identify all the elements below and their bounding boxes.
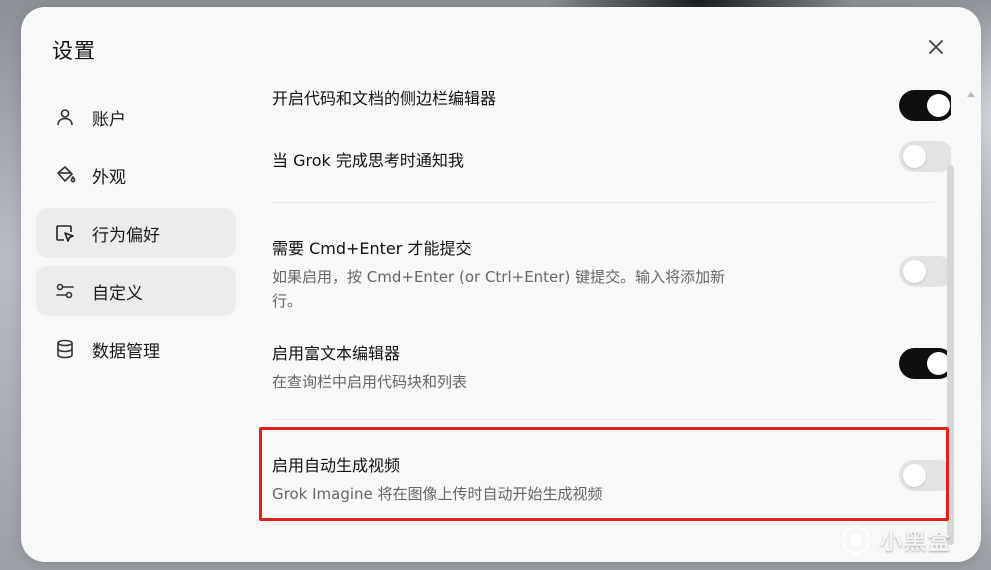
toggle-knob	[903, 260, 926, 283]
close-icon	[929, 40, 943, 54]
user-icon	[54, 106, 76, 128]
sidebar-item-label: 自定义	[92, 283, 143, 304]
setting-row-rich-text: 启用富文本编辑器 在查询栏中启用代码块和列表	[272, 340, 934, 394]
toggle-rich-text[interactable]	[899, 348, 951, 379]
sidebar-item-account[interactable]: 账户	[36, 92, 236, 142]
setting-title: 启用富文本编辑器	[272, 344, 401, 363]
setting-row-notify-thinking: 当 Grok 完成思考时通知我	[272, 147, 934, 171]
cursor-square-icon	[54, 222, 76, 244]
sidebar-item-behavior[interactable]: 行为偏好	[36, 208, 236, 258]
watermark-text: 小黑盒	[880, 530, 953, 555]
dialog-title: 设置	[52, 39, 96, 63]
sidebar-item-label: 外观	[92, 167, 126, 188]
sidebar-item-label: 数据管理	[92, 341, 160, 362]
section-divider	[272, 419, 934, 420]
setting-description: 如果启用，按 Cmd+Enter (or Ctrl+Enter) 键提交。输入将…	[272, 268, 726, 310]
toggle-side-editor[interactable]	[899, 90, 951, 121]
settings-sidebar: 账户 外观 行为偏好 自定义 数据管理	[36, 92, 236, 382]
scroll-up-arrow-icon[interactable]	[967, 91, 975, 99]
toggle-knob	[903, 145, 926, 168]
toggle-knob	[927, 94, 950, 117]
section-divider	[272, 202, 934, 203]
setting-title: 当 Grok 完成思考时通知我	[272, 151, 464, 170]
sidebar-item-appearance[interactable]: 外观	[36, 150, 236, 200]
watermark-logo-icon	[842, 524, 870, 556]
setting-row-cmd-enter: 需要 Cmd+Enter 才能提交 如果启用，按 Cmd+Enter (or C…	[272, 235, 934, 313]
setting-row-side-editor: 开启代码和文档的侧边栏编辑器	[272, 85, 934, 109]
sliders-icon	[54, 280, 76, 302]
paint-bucket-icon	[54, 164, 76, 186]
sidebar-item-data-management[interactable]: 数据管理	[36, 324, 236, 374]
sidebar-item-label: 账户	[92, 109, 126, 130]
toggle-cmd-enter[interactable]	[899, 256, 951, 287]
toggle-notify-thinking[interactable]	[899, 141, 951, 172]
close-button[interactable]	[924, 35, 948, 59]
sidebar-item-customize[interactable]: 自定义	[36, 266, 236, 316]
database-icon	[54, 338, 76, 360]
watermark: 小黑盒	[840, 520, 952, 560]
setting-title: 需要 Cmd+Enter 才能提交	[272, 239, 472, 258]
annotation-highlight-box	[259, 427, 949, 521]
sidebar-item-label: 行为偏好	[92, 225, 160, 246]
setting-description: 在查询栏中启用代码块和列表	[272, 373, 468, 391]
setting-title: 开启代码和文档的侧边栏编辑器	[272, 89, 497, 108]
